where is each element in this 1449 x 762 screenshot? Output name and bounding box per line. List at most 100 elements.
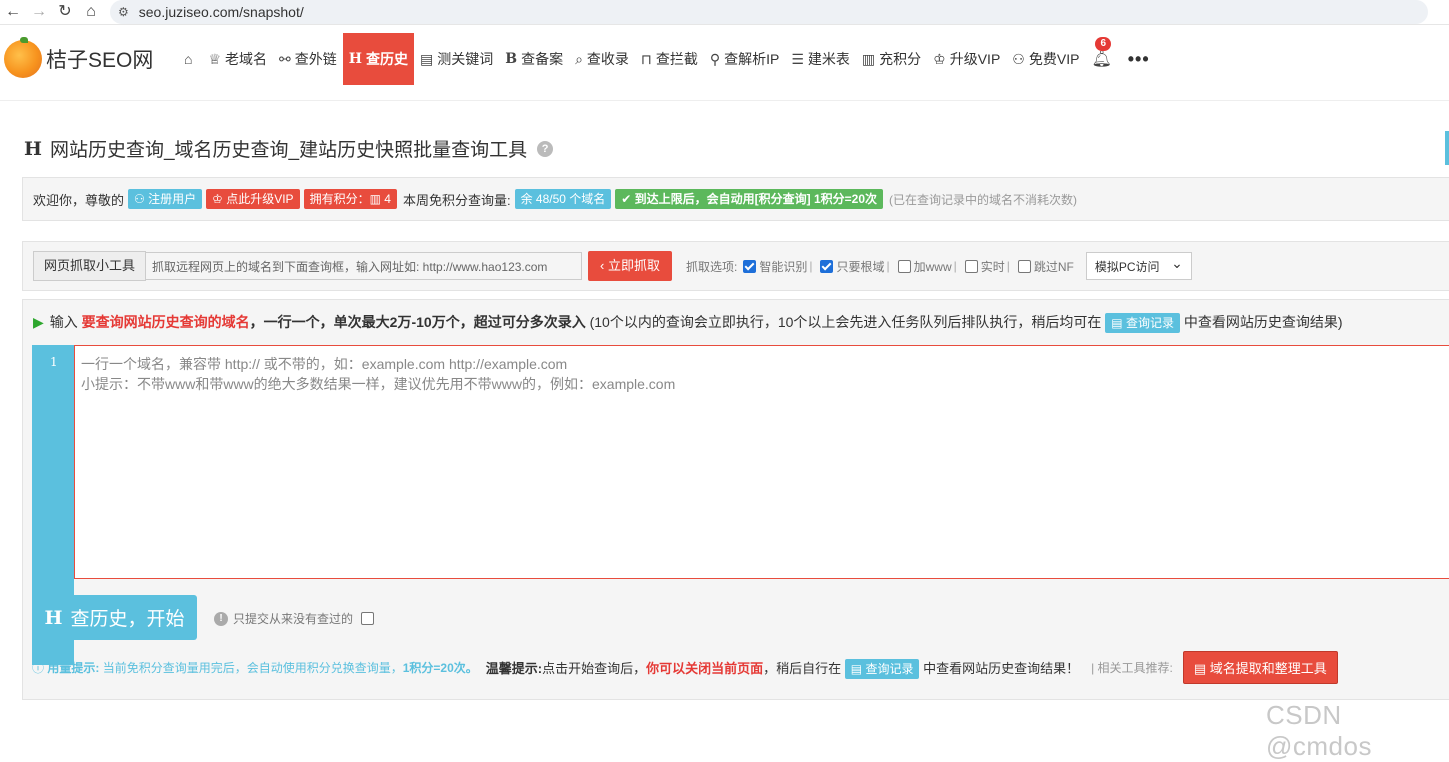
nav-keywords[interactable]: ▤ 测关键词 xyxy=(414,33,499,85)
back-arrow-icon[interactable]: ← xyxy=(0,0,26,24)
points-badge[interactable]: 拥有积分：▥ 4 xyxy=(303,189,397,209)
nav-history[interactable]: H 查历史 xyxy=(342,33,414,85)
hint-tail: 中查看网站历史查询结果) xyxy=(1183,314,1343,330)
usage-label: 用量提示: xyxy=(47,661,100,675)
only-new-checkbox[interactable] xyxy=(361,612,375,625)
chart-icon: ▥ xyxy=(861,50,876,67)
doc-icon: ▤ xyxy=(420,50,434,67)
side-button-edge[interactable] xyxy=(1445,131,1449,165)
site-settings-icon[interactable]: ⚙ xyxy=(118,5,129,19)
nav-label: 查收录 xyxy=(586,51,629,67)
hint-rest: (10个以内的查询会立即执行，10个以上会先进入任务队列后排队执行，稍后均可在 xyxy=(589,314,1102,330)
search-icon: ⌕ xyxy=(575,50,583,67)
nav-label: 充积分 xyxy=(879,51,922,67)
option-label: 加www xyxy=(913,259,952,274)
nav-recharge[interactable]: ▥ 充积分 xyxy=(856,33,927,85)
tip-label: 温馨提示: xyxy=(485,661,543,676)
greeting-text: 欢迎你，尊敬的 xyxy=(33,192,125,208)
nav-label: 建米表 xyxy=(807,51,850,67)
usage-bold: 1积分=20次。 xyxy=(402,661,478,675)
nav-upgrade-vip[interactable]: ♔ 升级VIP xyxy=(927,33,1006,85)
query-records-link[interactable]: ▤ 查询记录 xyxy=(844,659,920,679)
nav-label: 升级VIP xyxy=(949,51,1001,67)
extract-label: 域名提取和整理工具 xyxy=(1209,661,1327,676)
quota-badge: 余 48/50 个域名 xyxy=(514,189,612,209)
records-label: 查询记录 xyxy=(1125,316,1174,330)
reload-icon[interactable]: ↻ xyxy=(52,0,78,24)
line-number: 1 xyxy=(50,355,58,369)
hint-prefix: 输入 xyxy=(49,314,78,330)
page-title-text: 网站历史查询_域名历史查询_建站历史快照批量查询工具 xyxy=(49,140,528,161)
nav-label: 测关键词 xyxy=(437,51,494,67)
fetch-button-label: 立即抓取 xyxy=(607,258,660,273)
nav-old-domain[interactable]: ♕ 老域名 xyxy=(202,33,273,85)
watermark: CSDN @cmdos xyxy=(1266,700,1372,761)
nav-label: 老域名 xyxy=(225,51,268,67)
query-records-button[interactable]: ▤ 查询记录 xyxy=(1105,313,1180,333)
user-add-icon: ⚇ xyxy=(1012,50,1025,67)
welcome-bar: 欢迎你，尊敬的 ⚇ 注册用户 ♔ 点此升级VIP 拥有积分：▥ 4 本周免积分查… xyxy=(22,177,1449,221)
home-icon[interactable]: ⌂ xyxy=(78,0,104,24)
tip-text: 点击开始查询后， xyxy=(542,661,647,676)
crown-icon: ♔ xyxy=(933,50,946,67)
domain-input-textarea[interactable]: 一行一个域名，兼容带 http:// 或不带的，如：example.com ht… xyxy=(74,345,1449,579)
hint-bold: ，一行一个，单次最大2万-10万个，超过可分多次录入 xyxy=(249,314,586,330)
nav-home-button[interactable]: ⌂ xyxy=(178,33,202,85)
option-root-checkbox[interactable] xyxy=(820,259,834,273)
nav-block[interactable]: ⊓ 查拦截 xyxy=(635,33,704,85)
b-icon: B xyxy=(505,51,518,67)
nav-label: 查外链 xyxy=(294,51,337,67)
only-new-label: 只提交从来没有查过的 xyxy=(233,612,354,626)
options-label: 抓取选项: xyxy=(686,259,738,274)
nav-backlinks[interactable]: ⚯ 查外链 xyxy=(273,33,343,85)
option-www-checkbox[interactable] xyxy=(897,259,911,273)
fetch-now-button[interactable]: ‹ 立即抓取 xyxy=(588,251,672,281)
start-query-button[interactable]: H 查历史，开始 xyxy=(32,595,197,640)
url-text: seo.juziseo.com/snapshot/ xyxy=(138,4,304,20)
option-skipnf-checkbox[interactable] xyxy=(1017,259,1031,273)
nav-build-table[interactable]: ☰ 建米表 xyxy=(785,33,856,85)
domain-extract-tool-button[interactable]: ▤ 域名提取和整理工具 xyxy=(1182,651,1338,684)
upgrade-vip-button[interactable]: ♔ 点此升级VIP xyxy=(206,189,300,209)
nav-label: 查拦截 xyxy=(655,51,698,67)
auto-use-label: 到达上限后，会自动用[积分查询] 1积分=20次 xyxy=(634,192,878,206)
site-logo[interactable]: 桔子SEO网 xyxy=(4,37,178,78)
bell-icon: 🔔︎ xyxy=(1091,51,1112,68)
fetch-tool-row: 网页抓取小工具 抓取远程网页上的域名到下面查询框，输入网址如: http://w… xyxy=(22,241,1449,291)
nav-free-vip[interactable]: ⚇ 免费VIP xyxy=(1006,33,1085,85)
address-bar[interactable]: ⚙ seo.juziseo.com/snapshot/ xyxy=(110,0,1428,24)
nav-label: 免费VIP xyxy=(1028,51,1080,67)
option-label: 智能识别 xyxy=(759,259,808,274)
hint-red: 要查询网站历史查询的域名 xyxy=(81,314,250,330)
forward-arrow-icon[interactable]: → xyxy=(26,0,52,24)
option-label: 只要根域 xyxy=(836,259,885,274)
nav-dns-ip[interactable]: ⚲ 查解析IP xyxy=(704,33,786,85)
access-mode-select[interactable]: 模拟PC访问 xyxy=(1085,249,1192,280)
user-role-label: 注册用户 xyxy=(148,192,197,206)
main-content: H 网站历史查询_域名历史查询_建站历史快照批量查询工具 ? 欢迎你，尊敬的 ⚇… xyxy=(0,100,1449,742)
more-menu-button[interactable]: ••• xyxy=(1122,33,1156,85)
bottom-tips: ⓘ 用量提示: 当前免积分查询量用完后，会自动使用积分兑换查询量，1积分=20次… xyxy=(32,651,1338,684)
notification-bell[interactable]: 🔔︎ 6 xyxy=(1085,33,1121,85)
upgrade-label: 点此升级VIP xyxy=(226,192,294,206)
page-title: H 网站历史查询_域名历史查询_建站历史快照批量查询工具 ? xyxy=(24,135,554,162)
points-value: 4 xyxy=(384,192,391,206)
option-smart-checkbox[interactable] xyxy=(743,259,757,273)
h-icon: H xyxy=(348,51,362,67)
option-realtime-checkbox[interactable] xyxy=(964,259,978,273)
h-icon: H xyxy=(24,137,42,160)
tip-text2: ，稍后自行在 xyxy=(763,661,842,676)
quota-note: (已在查询记录中的域名不消耗次数) xyxy=(889,192,1078,207)
nav-index[interactable]: ⌕ 查收录 xyxy=(569,33,635,85)
usage-text: 当前免积分查询量用完后，会自动使用积分兑换查询量， xyxy=(102,661,403,675)
browser-toolbar: ← → ↻ ⌂ ⚙ seo.juziseo.com/snapshot/ xyxy=(0,0,1449,25)
fetch-url-input[interactable]: 抓取远程网页上的域名到下面查询框，输入网址如: http://www.hao12… xyxy=(146,252,583,280)
editor-placeholder-line1: 一行一个域名，兼容带 http:// 或不带的，如：example.com ht… xyxy=(81,356,568,372)
related-tools-label: | 相关工具推荐: xyxy=(1091,661,1173,675)
user-role-badge[interactable]: ⚇ 注册用户 xyxy=(128,189,203,209)
nav-icp[interactable]: B 查备案 xyxy=(499,33,569,85)
check-circle-icon: ✔ xyxy=(621,192,632,206)
alert-icon: ! xyxy=(214,611,228,626)
orange-logo-icon xyxy=(4,37,42,78)
help-icon[interactable]: ? xyxy=(537,140,554,157)
